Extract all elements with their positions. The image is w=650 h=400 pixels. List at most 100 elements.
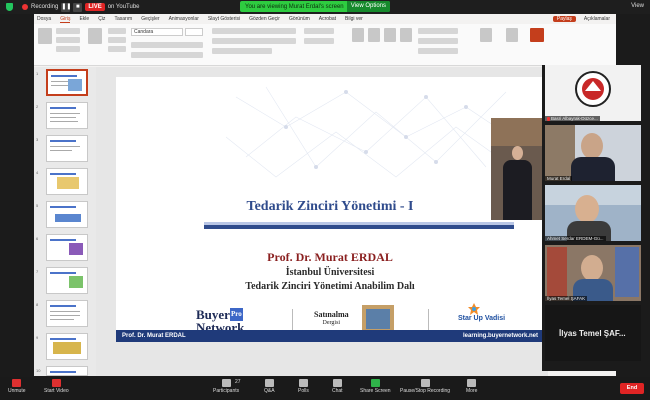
active-speaker-tile[interactable]: İlyas Temel ŞAF... (545, 305, 641, 361)
picture-group[interactable] (352, 28, 364, 62)
spacing-buttons[interactable] (212, 48, 272, 54)
security-shield-icon[interactable] (6, 3, 13, 11)
shape-effects-button[interactable] (418, 48, 458, 54)
format-painter-button[interactable] (56, 46, 80, 52)
stop-recording-icon[interactable]: ■ (73, 2, 83, 12)
end-meeting-button[interactable]: End (620, 383, 644, 394)
thumb-number: 7 (36, 269, 39, 274)
paste-icon (38, 28, 52, 44)
thumb-number: 5 (36, 203, 39, 208)
thumbnail-slide-1[interactable] (46, 69, 88, 96)
font-name-select[interactable]: Candara (131, 28, 183, 36)
tab-review[interactable]: Gözden Geçir (249, 16, 280, 22)
tab-transitions[interactable]: Geçişler (141, 16, 159, 22)
star-up-icon (468, 303, 480, 315)
viewing-banner-text: You are viewing Murat Erdal's screen (245, 3, 344, 10)
meeting-toolbar: Unmute Start Video Participants 27 Q&A P… (0, 377, 650, 400)
font-color-buttons[interactable] (131, 52, 203, 58)
polls-button[interactable]: Polls (298, 379, 309, 394)
tab-animations[interactable]: Animasyonlar (169, 16, 199, 22)
thumbnail-slide-4[interactable] (46, 168, 88, 195)
recording-label: Recording (31, 4, 59, 10)
design-ideas-icon (506, 28, 518, 42)
zoom-top-bar: Recording ❚❚ ■ LIVE on YouTube You are v… (0, 0, 650, 14)
pdf-icon (530, 28, 544, 42)
live-platform[interactable]: on YouTube (108, 4, 140, 10)
font-format-buttons[interactable] (131, 42, 203, 48)
pause-recording-icon[interactable]: ❚❚ (61, 2, 71, 12)
recording-dot-icon (22, 4, 28, 10)
muted-microphone-icon (12, 379, 22, 387)
arrange-icon (384, 28, 396, 42)
viewing-banner: You are viewing Murat Erdal's screen Vie… (240, 1, 390, 12)
thumbnail-slide-2[interactable] (46, 102, 88, 129)
tab-tell-me[interactable]: Bilgi ver (345, 16, 363, 22)
video-off-icon (51, 379, 61, 387)
tab-acrobat[interactable]: Acrobat (319, 16, 336, 22)
cut-button[interactable] (56, 28, 80, 34)
dictate-group[interactable] (480, 28, 492, 62)
live-badge: LIVE (85, 3, 105, 11)
participant-name: Basri Albayrak-Düzce... (545, 116, 600, 121)
tab-insert[interactable]: Ekle (79, 16, 89, 22)
design-ideas-group[interactable] (506, 28, 518, 62)
view-options-button[interactable]: View Options (346, 1, 390, 12)
font-size-select[interactable] (185, 28, 203, 36)
qa-button[interactable]: Q&A (264, 379, 275, 394)
participant-tile[interactable]: Murat Erdal (545, 125, 641, 181)
unmute-button[interactable]: Unmute (8, 379, 26, 394)
new-slide-group[interactable] (88, 28, 102, 62)
tab-home[interactable]: Giriş (60, 16, 71, 23)
view-button[interactable]: View (631, 3, 644, 9)
thumbnail-slide-9[interactable] (46, 333, 88, 360)
thumbnail-slide-6[interactable] (46, 234, 88, 261)
ribbon: Candara (34, 24, 616, 66)
share-screen-button[interactable]: Share Screen (360, 379, 391, 394)
tab-slideshow[interactable]: Slayt Gösterisi (208, 16, 240, 22)
new-slide-icon (88, 28, 102, 44)
polls-icon (298, 379, 308, 387)
more-button[interactable]: More (466, 379, 477, 394)
align-text-button[interactable] (304, 38, 334, 44)
participant-tile[interactable]: Ahmet Serdar ERDEM-Gü... (545, 185, 641, 241)
thumb-number: 3 (36, 137, 39, 142)
create-pdf-group[interactable] (530, 28, 544, 62)
pause-stop-recording-button[interactable]: Pause/Stop Recording (400, 379, 450, 394)
layout-button[interactable] (108, 28, 126, 34)
alignment-buttons[interactable] (212, 38, 296, 44)
thumbnail-slide-7[interactable] (46, 267, 88, 294)
chat-button[interactable]: Chat (332, 379, 343, 394)
start-video-button[interactable]: Start Video (44, 379, 69, 394)
thumb-number: 4 (36, 170, 39, 175)
participants-icon (221, 379, 231, 387)
section-button[interactable] (108, 46, 126, 52)
thumbnail-slide-5[interactable] (46, 201, 88, 228)
thumbnail-slide-10[interactable] (46, 366, 88, 376)
tab-design[interactable]: Tasarım (114, 16, 132, 22)
reset-button[interactable] (108, 37, 126, 43)
copy-button[interactable] (56, 37, 80, 43)
slide-canvas[interactable]: Tedarik Zinciri Yönetimi - I Prof. Dr. M… (116, 77, 544, 342)
participant-tile[interactable]: İlyas Temel ŞAFAK (545, 245, 641, 301)
comments-button[interactable]: Açıklamalar (584, 16, 610, 22)
participant-tile[interactable]: Basri Albayrak-Düzce... (545, 65, 641, 121)
thumb-number: 9 (36, 335, 39, 340)
share-button[interactable]: Paylaş (552, 16, 576, 22)
slide-title: Tedarik Zinciri Yönetimi - I (246, 199, 414, 214)
thumbnail-slide-8[interactable] (46, 300, 88, 327)
quick-styles-group[interactable] (400, 28, 412, 62)
thumb-number: 10 (36, 368, 41, 373)
text-direction-button[interactable] (304, 28, 334, 34)
tab-draw[interactable]: Çiz (98, 16, 105, 22)
shapes-group[interactable] (368, 28, 380, 62)
tab-view[interactable]: Görünüm (289, 16, 310, 22)
shape-fill-button[interactable] (418, 28, 458, 34)
tab-file[interactable]: Dosya (37, 16, 51, 22)
university-logo (575, 71, 611, 107)
arrange-group[interactable] (384, 28, 396, 62)
slide-department: Tedarik Zinciri Yönetimi Anabilim Dalı (245, 281, 415, 292)
paste-group[interactable] (38, 28, 52, 62)
paragraph-buttons[interactable] (212, 28, 296, 34)
shape-outline-button[interactable] (418, 38, 458, 44)
thumbnail-slide-3[interactable] (46, 135, 88, 162)
